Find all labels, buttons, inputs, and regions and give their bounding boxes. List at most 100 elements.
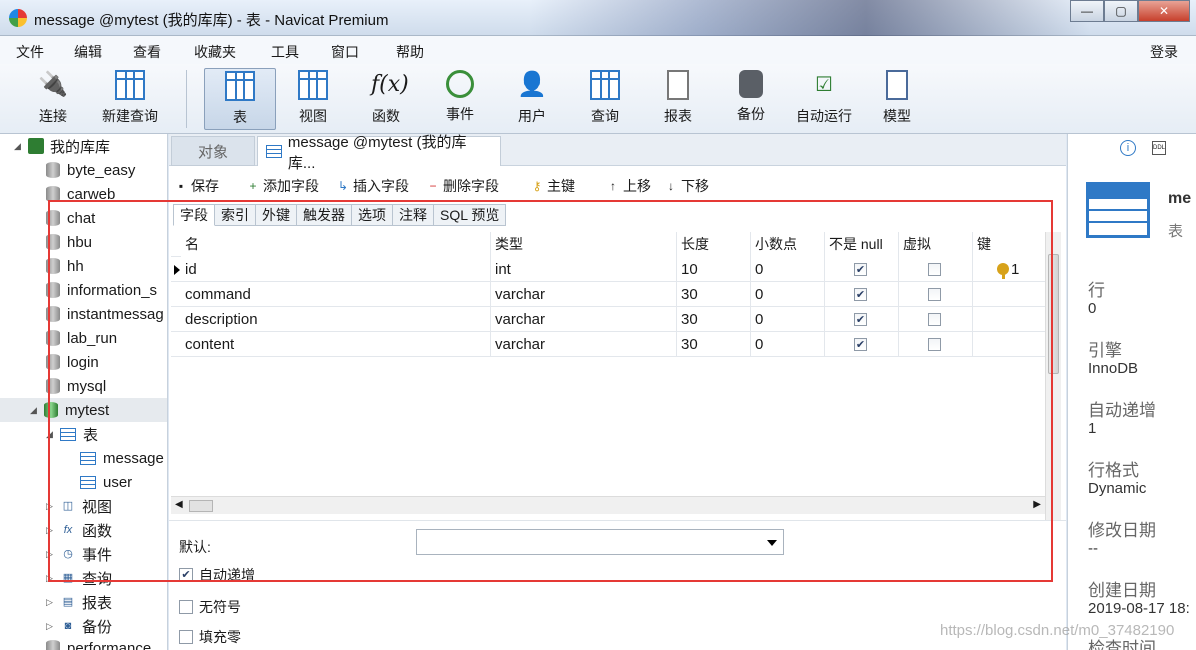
field-key-cell[interactable] xyxy=(973,282,1047,307)
tree-db-item[interactable]: instantmessag xyxy=(46,302,164,326)
table-row[interactable]: id int 10 0 ✔ 1 xyxy=(171,257,1047,282)
field-not-null-cell[interactable]: ✔ xyxy=(825,307,899,332)
not-null-checkbox[interactable]: ✔ xyxy=(854,313,867,326)
tree-table-item[interactable]: message xyxy=(80,446,164,470)
toolbar-function-button[interactable]: f(x) 函数 xyxy=(356,68,416,130)
field-virtual-cell[interactable] xyxy=(899,307,973,332)
field-length-cell[interactable]: 10 xyxy=(677,257,751,282)
default-value-select[interactable] xyxy=(416,529,784,555)
virtual-checkbox[interactable] xyxy=(928,313,941,326)
field-name-cell[interactable]: command xyxy=(181,282,491,307)
col-header-name[interactable]: 名 xyxy=(181,232,491,257)
field-length-cell[interactable]: 30 xyxy=(677,332,751,357)
tree-db-item[interactable]: performance xyxy=(46,636,151,650)
virtual-checkbox[interactable] xyxy=(928,288,941,301)
menu-edit[interactable]: 编辑 xyxy=(74,42,102,62)
tree-group-events[interactable]: ▷ ◷ 事件 xyxy=(46,542,112,566)
field-not-null-cell[interactable]: ✔ xyxy=(825,332,899,357)
primary-key-button[interactable]: ⚷ 主键 xyxy=(531,176,575,196)
tree-connection[interactable]: ◢ 我的库库 xyxy=(14,134,110,158)
minimize-button[interactable]: — xyxy=(1070,0,1104,22)
tree-db-item[interactable]: hh xyxy=(46,254,84,278)
tree-group-queries[interactable]: ▷ ▦ 查询 xyxy=(46,566,112,590)
toolbar-user-button[interactable]: 👤 用户 xyxy=(502,68,562,130)
virtual-checkbox[interactable] xyxy=(928,263,941,276)
tab-triggers[interactable]: 触发器 xyxy=(297,204,352,226)
field-length-cell[interactable]: 30 xyxy=(677,282,751,307)
menu-file[interactable]: 文件 xyxy=(16,42,44,62)
insert-field-button[interactable]: ↳ 插入字段 xyxy=(337,176,409,196)
delete-field-button[interactable]: − 删除字段 xyxy=(427,176,499,196)
field-length-cell[interactable]: 30 xyxy=(677,307,751,332)
tree-group-reports[interactable]: ▷ ▤ 报表 xyxy=(46,590,112,614)
tab-foreign-keys[interactable]: 外键 xyxy=(256,204,297,226)
tab-sql-preview[interactable]: SQL 预览 xyxy=(434,204,507,226)
scroll-right-arrow-icon[interactable]: ▶ xyxy=(1033,499,1041,510)
field-name-cell[interactable]: content xyxy=(181,332,491,357)
field-key-cell[interactable] xyxy=(973,307,1047,332)
toolbar-table-button[interactable]: 表 xyxy=(204,68,276,130)
menu-favorites[interactable]: 收藏夹 xyxy=(194,42,236,62)
field-decimals-cell[interactable]: 0 xyxy=(751,307,825,332)
menu-view[interactable]: 查看 xyxy=(133,42,161,62)
tree-db-item[interactable]: byte_easy xyxy=(46,158,135,182)
toolbar-report-button[interactable]: 报表 xyxy=(648,68,708,130)
not-null-checkbox[interactable]: ✔ xyxy=(854,288,867,301)
menu-window[interactable]: 窗口 xyxy=(331,42,359,62)
field-virtual-cell[interactable] xyxy=(899,282,973,307)
col-header-virtual[interactable]: 虚拟 xyxy=(899,232,973,257)
tab-objects[interactable]: 对象 xyxy=(171,136,255,166)
col-header-type[interactable]: 类型 xyxy=(491,232,677,257)
unsigned-checkbox[interactable] xyxy=(179,600,193,614)
tree-group-functions[interactable]: ▷ fx 函数 xyxy=(46,518,112,542)
collapsed-arrow-icon[interactable]: ▷ xyxy=(46,621,56,632)
tree-db-item[interactable]: carweb xyxy=(46,182,115,206)
unsigned-option[interactable]: 无符号 xyxy=(179,597,241,617)
menu-help[interactable]: 帮助 xyxy=(396,42,424,62)
tree-table-item[interactable]: user xyxy=(80,470,132,494)
tree-group-views[interactable]: ▷ ◫ 视图 xyxy=(46,494,112,518)
expanded-arrow-icon[interactable]: ◢ xyxy=(46,429,56,440)
expanded-arrow-icon[interactable]: ◢ xyxy=(30,405,40,416)
tree-group-backups[interactable]: ▷ ◙ 备份 xyxy=(46,614,112,638)
col-header-length[interactable]: 长度 xyxy=(677,232,751,257)
tree-db-item-selected[interactable]: ◢ mytest xyxy=(0,398,167,422)
move-up-button[interactable]: ↑ 上移 xyxy=(607,176,651,196)
tree-db-item[interactable]: lab_run xyxy=(46,326,117,350)
tab-message-design[interactable]: message @mytest (我的库库... xyxy=(257,134,501,172)
field-type-cell[interactable]: int xyxy=(491,257,677,282)
field-not-null-cell[interactable]: ✔ xyxy=(825,282,899,307)
virtual-checkbox[interactable] xyxy=(928,338,941,351)
not-null-checkbox[interactable]: ✔ xyxy=(854,263,867,276)
field-not-null-cell[interactable]: ✔ xyxy=(825,257,899,282)
tab-options[interactable]: 选项 xyxy=(352,204,393,226)
field-key-cell[interactable] xyxy=(973,332,1047,357)
collapsed-arrow-icon[interactable]: ▷ xyxy=(46,525,56,536)
field-name-cell[interactable]: description xyxy=(181,307,491,332)
field-decimals-cell[interactable]: 0 xyxy=(751,282,825,307)
tab-fields[interactable]: 字段 xyxy=(173,204,215,226)
zerofill-option[interactable]: 填充零 xyxy=(179,627,241,647)
scrollbar-thumb[interactable] xyxy=(1048,254,1059,374)
toolbar-connect-button[interactable]: 🔌 连接 xyxy=(28,68,78,130)
close-button[interactable]: ✕ xyxy=(1138,0,1190,22)
field-virtual-cell[interactable] xyxy=(899,332,973,357)
toolbar-event-button[interactable]: 事件 xyxy=(430,68,490,130)
info-icon[interactable]: i xyxy=(1120,140,1136,156)
field-type-cell[interactable]: varchar xyxy=(491,332,677,357)
field-decimals-cell[interactable]: 0 xyxy=(751,332,825,357)
field-virtual-cell[interactable] xyxy=(899,257,973,282)
ddl-icon[interactable]: DDL xyxy=(1152,141,1166,155)
auto-increment-checkbox[interactable]: ✔ xyxy=(179,568,193,582)
toolbar-autorun-button[interactable]: ☑ 自动运行 xyxy=(790,68,858,130)
table-row[interactable]: content varchar 30 0 ✔ xyxy=(171,332,1047,357)
collapsed-arrow-icon[interactable]: ▷ xyxy=(46,501,56,512)
tree-tables-group[interactable]: ◢ 表 xyxy=(46,422,98,446)
toolbar-model-button[interactable]: 模型 xyxy=(868,68,926,130)
col-header-decimals[interactable]: 小数点 xyxy=(751,232,825,257)
tab-indexes[interactable]: 索引 xyxy=(215,204,256,226)
tab-comment[interactable]: 注释 xyxy=(393,204,434,226)
field-name-cell[interactable]: id xyxy=(181,257,491,282)
tree-db-item[interactable]: chat xyxy=(46,206,95,230)
field-key-cell[interactable]: 1 xyxy=(973,257,1047,282)
